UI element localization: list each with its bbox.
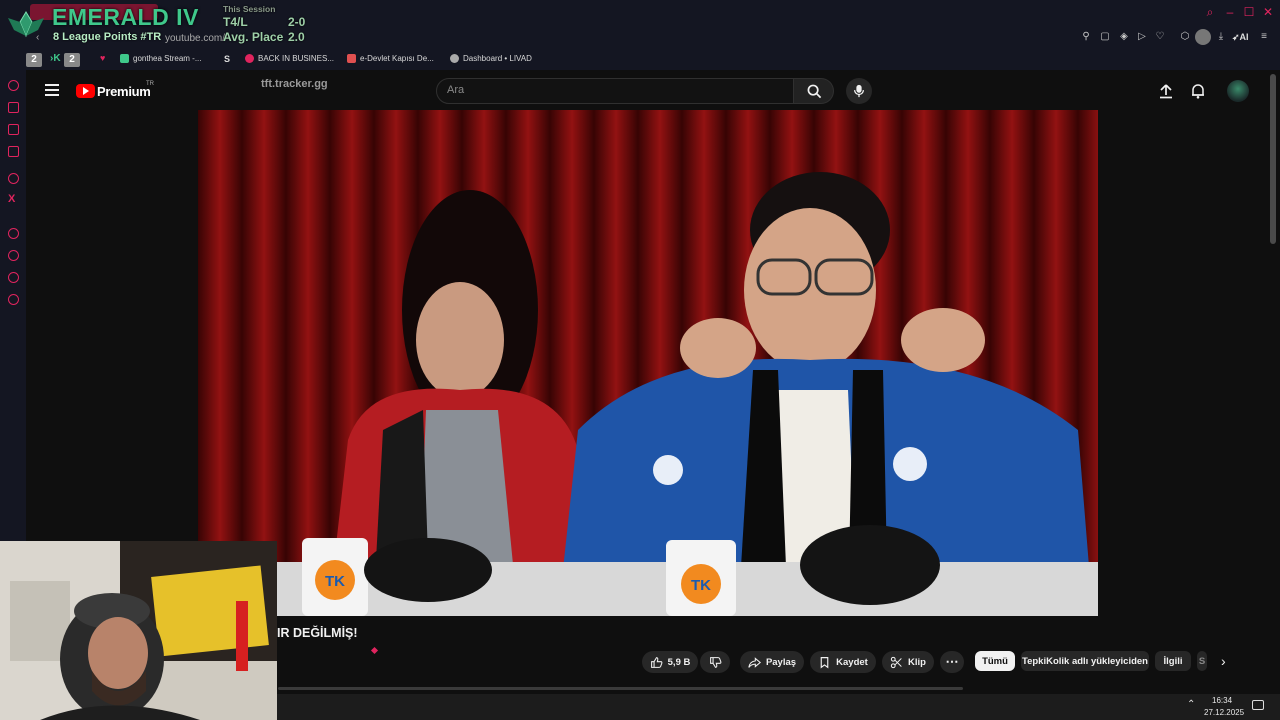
shield-icon[interactable]: ◈ [1118,31,1130,43]
badge-count: 2 [64,53,80,67]
like-button[interactable]: 5,9 B [642,651,698,673]
dislike-button[interactable] [700,651,730,673]
address-bar[interactable]: youtube.com/ [165,33,225,44]
mug-logo-text: TK [325,573,345,590]
notification-icon[interactable] [1252,700,1264,710]
hamburger-menu-icon[interactable] [45,84,59,96]
kick-icon [120,54,129,63]
webcam-feed [0,541,277,720]
chevron-right-icon[interactable]: › [1221,653,1226,669]
clock-time[interactable]: 16:34 [1212,696,1232,705]
stat1-value: 2-0 [288,15,306,29]
extensions-icon[interactable]: ⬡ [1179,31,1191,43]
chip-related[interactable]: İlgili [1155,651,1191,671]
video-player[interactable]: TK TK [198,110,1098,616]
globe-icon[interactable] [8,173,19,184]
chip-all[interactable]: Tümü [975,651,1015,671]
page-scrollbar[interactable] [1270,74,1276,244]
refresh-icon[interactable] [8,80,19,91]
bookmark-item[interactable]: Dashboard • LIVAD [450,54,532,63]
pin-icon[interactable]: ⚲ [1080,31,1092,43]
stat1-label: T4/L [223,15,248,29]
badge-count: 2 [26,53,42,67]
play-icon[interactable]: ▷ [1136,31,1148,43]
like-count: 5,9 B [667,656,691,668]
record-icon [245,54,254,63]
mug-logo-text: TK [691,577,711,594]
notifications-bell-icon[interactable] [1190,83,1206,99]
chip-partial[interactable]: S [1197,651,1207,671]
bookmark-item[interactable]: gonthea Stream -... [120,54,201,63]
bookmark-icon [820,656,829,669]
bookmarks-bar: 2 ›K 2 ♥ gonthea Stream -... S BACK IN B… [0,50,1280,70]
ai-button[interactable]: ➶AI [1232,32,1249,43]
stat2-value: 2.0 [288,30,305,44]
horizontal-scrollbar[interactable] [278,687,963,690]
mouse-cursor-icon [370,646,379,655]
bookmark-item[interactable]: e-Devlet Kapısı De... [347,54,434,63]
close-icon[interactable]: ✕ [1262,6,1274,18]
share-button[interactable]: Paylaş [740,651,804,673]
notes-icon[interactable] [8,272,19,283]
search-box [436,78,794,104]
youtube-premium-label[interactable]: Premium [97,84,151,99]
history-icon[interactable] [8,250,19,261]
heart-bookmark-icon[interactable]: ♥ [100,53,105,63]
search-input[interactable] [447,84,767,96]
thumbs-up-icon [650,656,663,668]
chat-icon[interactable] [8,124,19,135]
clock-date[interactable]: 27.12.2025 [1204,708,1244,717]
voice-search-button[interactable] [846,78,872,104]
bag-icon[interactable] [8,102,19,113]
share-icon [748,656,761,668]
menu-icon[interactable]: ≡ [1258,31,1270,43]
send-icon: ➶ [1232,32,1240,42]
edevlet-icon [347,54,356,63]
os-taskbar [277,694,1280,720]
session-label: This Session [223,4,276,14]
upload-icon[interactable] [1158,83,1174,99]
add-icon[interactable] [8,228,19,239]
webcam-overlay [0,541,277,720]
dashboard-icon [450,54,459,63]
chevron-up-icon[interactable]: ⌃ [1187,699,1195,710]
messenger-icon[interactable] [8,146,19,157]
mug-right: TK [666,540,736,616]
emerald-rank-icon [8,11,44,38]
screenshot-icon[interactable]: ▢ [1099,31,1111,43]
mug-left: TK [302,538,368,616]
tracker-site-label: tft.tracker.gg [261,78,328,90]
clip-button[interactable]: Klip [882,651,934,673]
search-icon [807,84,822,99]
x-icon[interactable]: X [8,193,15,205]
download-icon[interactable]: ⤓ [1215,31,1227,43]
search-button[interactable] [794,78,834,104]
settings-icon[interactable] [8,294,19,305]
heart-icon[interactable]: ♡ [1154,31,1166,43]
minimize-icon[interactable]: – [1224,6,1236,18]
more-icon: ⋯ [945,654,959,669]
chip-uploader[interactable]: TepkiKolik adlı yükleyiciden [1021,651,1149,671]
microphone-icon [853,84,865,98]
bookmark-item[interactable]: BACK IN BUSINES... [245,54,334,63]
thumbs-down-icon [709,656,721,668]
s-bookmark-icon[interactable]: S [224,54,230,64]
profile-avatar[interactable] [1195,29,1211,45]
headphones-left [364,538,492,602]
video-frame: TK TK [198,110,1098,616]
kick-icon[interactable]: ›K [50,53,61,64]
maximize-icon[interactable]: ☐ [1243,6,1255,18]
video-title: IR DEĞİLMİŞ! [277,626,358,640]
headphones-right [800,525,940,605]
rank-title: EMERALD IV [52,4,199,30]
save-button[interactable]: Kaydet [810,651,876,673]
youtube-logo-icon[interactable] [76,84,95,98]
more-actions-button[interactable]: ⋯ [940,651,964,673]
league-points: 8 League Points #TR [53,31,162,43]
country-code: TR [146,81,154,87]
search-icon[interactable]: ⌕ [1204,6,1216,18]
scissors-icon [890,656,902,668]
stat2-label: Avg. Place [223,30,284,44]
account-avatar[interactable] [1227,80,1249,102]
